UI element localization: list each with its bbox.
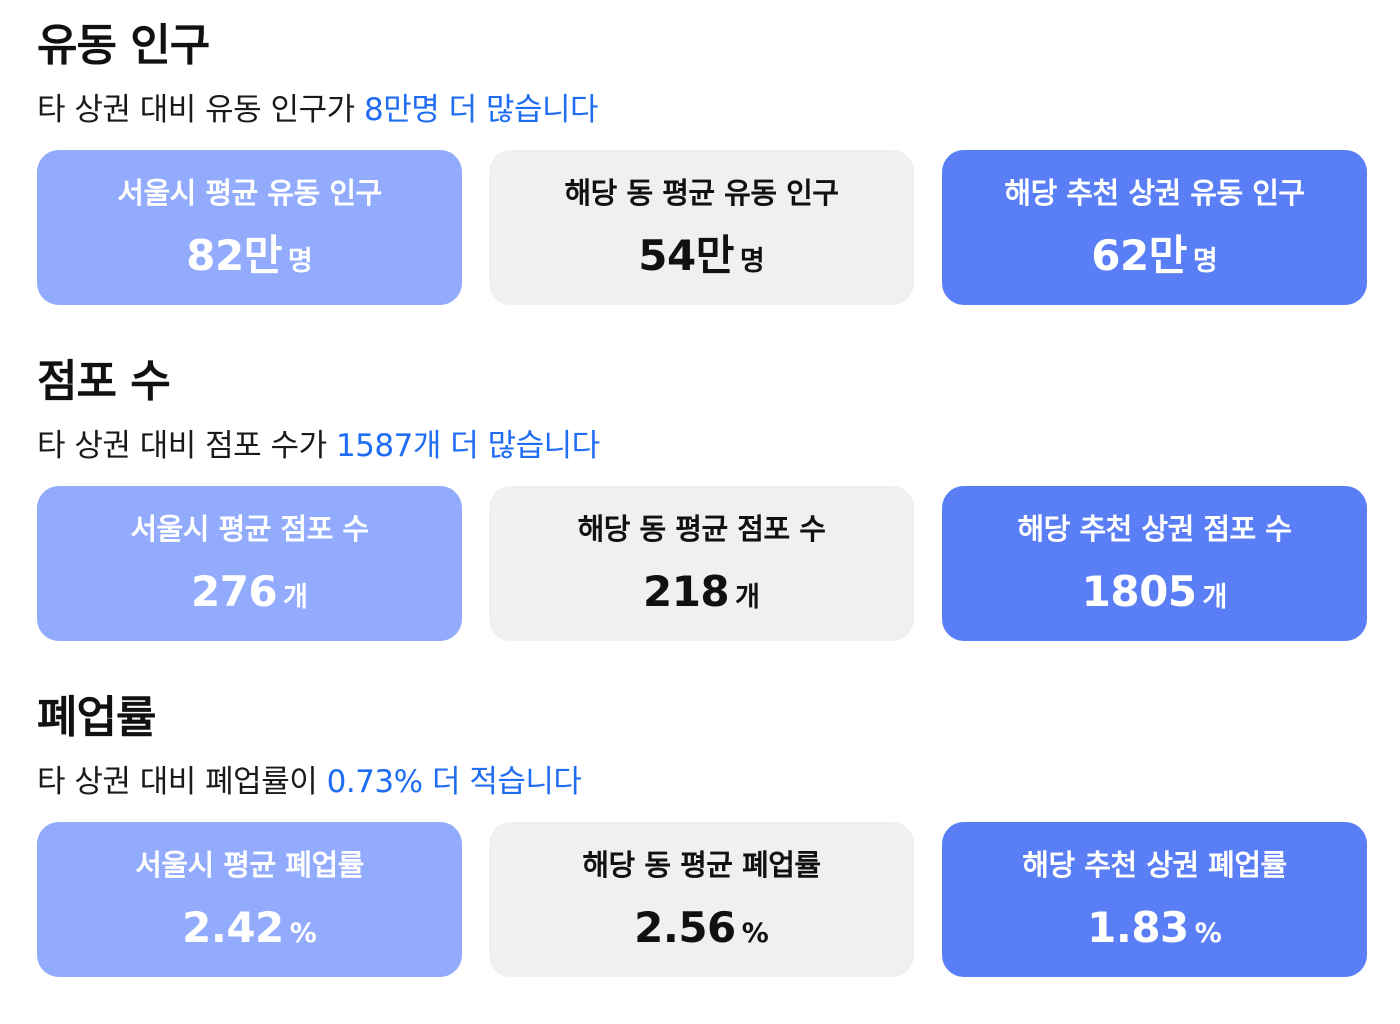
stat-card-value: 62만 — [1091, 231, 1187, 280]
stat-card-label: 서울시 평균 유동 인구 — [117, 176, 382, 210]
stat-card-value: 218 — [642, 567, 730, 616]
stats-page: 유동 인구 타 상권 대비 유동 인구가 8만명 더 많습니다 서울시 평균 유… — [0, 0, 1400, 1024]
stat-card-value: 2.42 — [182, 903, 284, 952]
stat-card-label: 서울시 평균 점포 수 — [130, 512, 369, 546]
section-title: 점포 수 — [37, 356, 171, 407]
stat-card-value-row: 62만 명 — [942, 228, 1367, 293]
stat-card-recommended-area: 해당 추천 상권 폐업률 1.83% — [942, 822, 1367, 977]
stat-card-value: 276 — [190, 567, 278, 616]
stat-card-value: 54만 — [638, 231, 734, 280]
section-floating-population: 유동 인구 타 상권 대비 유동 인구가 8만명 더 많습니다 서울시 평균 유… — [37, 20, 1367, 305]
section-description: 타 상권 대비 유동 인구가 8만명 더 많습니다 — [37, 90, 1367, 130]
stat-card-value-row: 1.83% — [942, 900, 1367, 965]
stat-card-seoul-average: 서울시 평균 폐업률 2.42% — [37, 822, 462, 977]
stat-card-label: 해당 동 평균 점포 수 — [577, 512, 826, 546]
section-description: 타 상권 대비 점포 수가 1587개 더 많습니다 — [37, 426, 1367, 466]
stat-card-unit: 개 — [735, 582, 760, 613]
stat-card-unit: 명 — [739, 246, 765, 277]
stat-card-dong-average: 해당 동 평균 유동 인구 54만 명 — [489, 150, 914, 305]
stat-card-value: 1805 — [1081, 567, 1197, 616]
stat-card-value-row: 2.42% — [37, 900, 462, 965]
stat-card-unit: 개 — [1202, 582, 1228, 613]
stat-card-unit: 개 — [283, 582, 308, 613]
section-closure-rate: 폐업률 타 상권 대비 폐업률이 0.73% 더 적습니다 서울시 평균 폐업률… — [37, 692, 1367, 977]
description-highlight: 0.73% 더 적습니다 — [326, 764, 582, 800]
stat-card-label: 해당 추천 상권 점포 수 — [1017, 512, 1292, 546]
stat-card-unit: % — [741, 918, 769, 949]
description-prefix: 타 상권 대비 점포 수가 — [37, 428, 336, 464]
stat-card-recommended-area: 해당 추천 상권 유동 인구 62만 명 — [942, 150, 1367, 305]
stat-card-value: 82만 — [186, 231, 282, 280]
description-prefix: 타 상권 대비 유동 인구가 — [37, 92, 364, 128]
description-highlight: 1587개 더 많습니다 — [335, 428, 600, 464]
stat-card-dong-average: 해당 동 평균 폐업률 2.56% — [489, 822, 914, 977]
stat-cards: 서울시 평균 유동 인구 82만 명 해당 동 평균 유동 인구 54만 명 해당 … — [37, 150, 1367, 305]
stat-card-value-row: 82만 명 — [37, 228, 462, 293]
stat-card-label: 서울시 평균 폐업률 — [135, 848, 364, 882]
stat-cards: 서울시 평균 점포 수 276 개 해당 동 평균 점포 수 218 개 해당 추천… — [37, 486, 1367, 641]
stat-card-label: 해당 동 평균 폐업률 — [582, 848, 821, 882]
stat-card-value-row: 1805 개 — [942, 564, 1367, 629]
stat-card-label: 해당 추천 상권 유동 인구 — [1004, 176, 1305, 210]
stat-card-value-row: 54만 명 — [489, 228, 914, 293]
description-prefix: 타 상권 대비 폐업률이 — [37, 764, 327, 800]
stat-card-value-row: 218 개 — [489, 564, 914, 629]
stat-card-value-row: 2.56% — [489, 900, 914, 965]
description-highlight: 8만명 더 많습니다 — [363, 92, 599, 128]
stat-card-unit: % — [1194, 918, 1222, 949]
stat-card-unit: 명 — [287, 246, 313, 277]
stat-card-value-row: 276 개 — [37, 564, 462, 629]
stat-card-recommended-area: 해당 추천 상권 점포 수 1805 개 — [942, 486, 1367, 641]
stat-card-label: 해당 동 평균 유동 인구 — [564, 176, 839, 210]
stat-cards: 서울시 평균 폐업률 2.42% 해당 동 평균 폐업률 2.56% 해당 추천… — [37, 822, 1367, 977]
section-title: 유동 인구 — [37, 20, 210, 71]
stat-card-unit: % — [289, 918, 317, 949]
stat-card-seoul-average: 서울시 평균 점포 수 276 개 — [37, 486, 462, 641]
stat-card-dong-average: 해당 동 평균 점포 수 218 개 — [489, 486, 914, 641]
stat-card-value: 2.56 — [634, 903, 736, 952]
stat-card-unit: 명 — [1192, 246, 1218, 277]
section-title: 폐업률 — [37, 692, 156, 743]
stat-card-seoul-average: 서울시 평균 유동 인구 82만 명 — [37, 150, 462, 305]
section-description: 타 상권 대비 폐업률이 0.73% 더 적습니다 — [37, 762, 1367, 802]
stat-card-label: 해당 추천 상권 폐업률 — [1022, 848, 1287, 882]
stat-card-value: 1.83 — [1087, 903, 1189, 952]
section-store-count: 점포 수 타 상권 대비 점포 수가 1587개 더 많습니다 서울시 평균 점… — [37, 356, 1367, 641]
